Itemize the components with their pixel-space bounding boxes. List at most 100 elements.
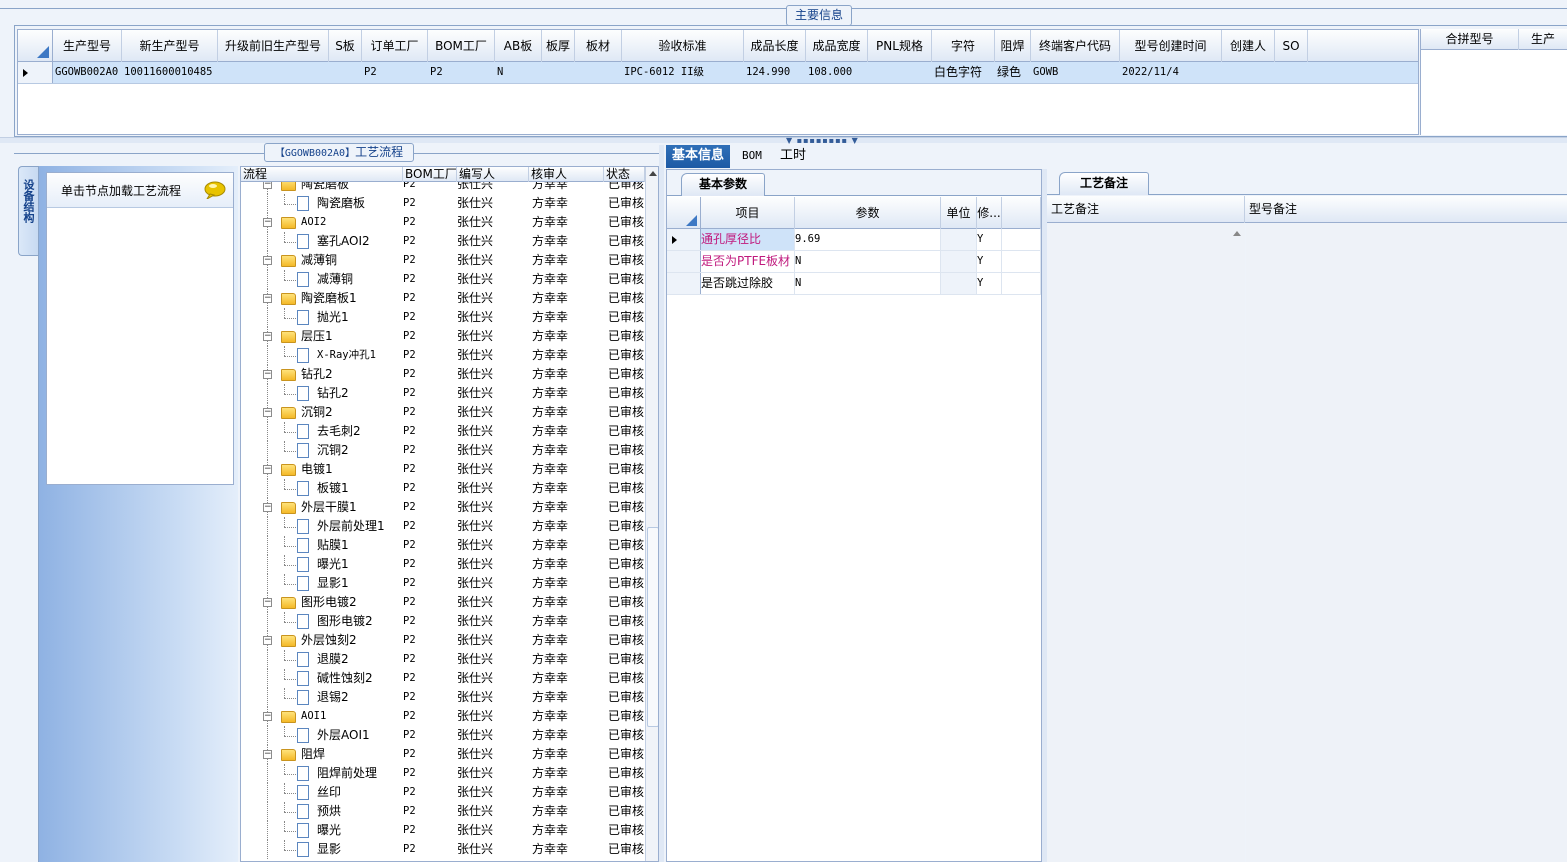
param-unit-cell[interactable] [941, 229, 977, 250]
col-header-16[interactable]: 型号创建时间 [1120, 30, 1222, 62]
col-header-bom-factory[interactable]: BOM工厂 [403, 167, 457, 182]
tab-man-hours[interactable]: 工时 [774, 145, 812, 168]
main-info-grid[interactable]: 生产型号 新生产型号 升级前旧生产型号 S板 订单工厂 BOM工厂 AB板 板厚 板材 验收标准成… [17, 29, 1419, 135]
tree-row[interactable]: − 钻孔2 P2 张仕兴 方幸幸 已审核 [241, 365, 645, 384]
tab-basic-info[interactable]: 基本信息 [666, 145, 731, 168]
col-header-12[interactable]: PNL规格 [868, 30, 932, 62]
tree-row[interactable]: 阻焊前处理 P2 张仕兴 方幸幸 已审核 [241, 764, 645, 783]
col-header-flow[interactable]: 流程 [241, 167, 403, 182]
param-unit-cell[interactable] [941, 251, 977, 272]
param-item-cell[interactable]: 通孔厚径比 [701, 229, 795, 250]
col-header-modify[interactable]: 修... [977, 197, 1002, 229]
table-row[interactable]: GGOWB002A0 10011600010485 P2 P2 N IPC-6012 II… [18, 62, 1418, 84]
collapse-icon[interactable]: − [263, 750, 272, 759]
tree-node-label[interactable]: 外层蚀刻2 [301, 631, 357, 650]
model-note-textarea[interactable] [1246, 223, 1567, 862]
table-cell[interactable] [329, 62, 362, 83]
param-blank-cell[interactable] [1002, 229, 1041, 250]
tree-node-label[interactable]: 显影 [317, 840, 341, 859]
tree-row[interactable]: 外层前处理1 P2 张仕兴 方幸幸 已审核 [241, 517, 645, 536]
tree-row[interactable]: 抛光1 P2 张仕兴 方幸幸 已审核 [241, 308, 645, 327]
tree-row[interactable]: − 陶瓷磨板 P2 张仕兴 方幸幸 已审核 [241, 182, 645, 194]
collapse-icon[interactable]: − [263, 503, 272, 512]
vertical-splitter-left[interactable] [659, 145, 664, 862]
note-scrollbar[interactable] [1229, 223, 1245, 862]
tree-node-label[interactable]: 陶瓷磨板 [317, 194, 365, 213]
table-cell[interactable]: GGOWB002A0 [53, 62, 122, 83]
tree-row[interactable]: 丝印 P2 张仕兴 方幸幸 已审核 [241, 783, 645, 802]
tree-node-label[interactable]: 沉铜2 [301, 403, 333, 422]
collapse-icon[interactable]: − [263, 598, 272, 607]
tree-node-label[interactable]: 贴膜1 [317, 536, 349, 555]
tree-node-label[interactable]: 曝光 [317, 821, 341, 840]
col-header-param[interactable]: 参数 [795, 197, 941, 229]
nav-card-header[interactable]: 单击节点加载工艺流程 [47, 173, 233, 208]
tree-node-label[interactable]: 钻孔2 [317, 384, 349, 403]
tree-node-label[interactable]: 退膜2 [317, 650, 349, 669]
side-tab-equipment-structure[interactable]: 设备结构 [18, 166, 40, 256]
tree-node-label[interactable]: 电镀1 [301, 460, 333, 479]
tree-node-label[interactable]: 丝印 [317, 783, 341, 802]
tree-node-label[interactable]: 去毛刺2 [317, 422, 361, 441]
tree-row[interactable]: 钻孔2 P2 张仕兴 方幸幸 已审核 [241, 384, 645, 403]
tree-node-label[interactable]: 外层AOI1 [317, 726, 370, 745]
tree-node-label[interactable]: 抛光1 [317, 308, 349, 327]
table-cell[interactable] [218, 62, 329, 83]
tree-scrollbar[interactable] [645, 167, 658, 861]
collapse-icon[interactable]: − [263, 370, 272, 379]
tree-row[interactable]: 板镀1 P2 张仕兴 方幸幸 已审核 [241, 479, 645, 498]
process-note-textarea[interactable] [1047, 223, 1245, 862]
tree-node-label[interactable]: 外层前处理1 [317, 517, 385, 536]
tree-node-label[interactable]: 层压1 [301, 327, 333, 346]
combine-model-grid[interactable]: 合拼型号 生产 [1420, 29, 1567, 135]
col-header-item[interactable]: 项目 [701, 197, 795, 229]
process-tree-grid[interactable]: 流程 BOM工厂 编写人 核审人 状态 − 陶瓷磨板 P2 张仕兴 方幸幸 已审核 陶瓷磨板… [240, 166, 659, 862]
tree-row[interactable]: 退锡2 P2 张仕兴 方幸幸 已审核 [241, 688, 645, 707]
params-grid[interactable]: 项目 参数 单位 修... 通孔厚径比 9.69 Y 是否为PTFE板材 N Y 是否跳过除… [667, 197, 1041, 297]
row-indicator-icon[interactable] [667, 229, 701, 250]
col-header-writer[interactable]: 编写人 [457, 167, 529, 182]
table-cell[interactable] [575, 62, 622, 83]
nav-card[interactable]: 单击节点加载工艺流程 [46, 172, 234, 485]
col-header-5[interactable]: BOM工厂 [428, 30, 495, 62]
tree-row[interactable]: − AOI1 P2 张仕兴 方幸幸 已审核 [241, 707, 645, 726]
tree-row[interactable]: X-Ray冲孔1 P2 张仕兴 方幸幸 已审核 [241, 346, 645, 365]
tree-row[interactable]: − 减薄铜 P2 张仕兴 方幸幸 已审核 [241, 251, 645, 270]
table-cell[interactable]: P2 [428, 62, 495, 83]
tree-node-label[interactable]: 阻焊前处理 [317, 764, 377, 783]
tree-row[interactable]: − 阻焊 P2 张仕兴 方幸幸 已审核 [241, 745, 645, 764]
col-header-3[interactable]: S板 [329, 30, 362, 62]
col-header-7[interactable]: 板厚 [542, 30, 575, 62]
tree-row[interactable]: 预烘 P2 张仕兴 方幸幸 已审核 [241, 802, 645, 821]
tree-node-label[interactable]: 外层干膜1 [301, 498, 357, 517]
tree-row[interactable]: − 图形电镀2 P2 张仕兴 方幸幸 已审核 [241, 593, 645, 612]
tree-row[interactable]: 贴膜1 P2 张仕兴 方幸幸 已审核 [241, 536, 645, 555]
tree-row[interactable]: 去毛刺2 P2 张仕兴 方幸幸 已审核 [241, 422, 645, 441]
param-row[interactable]: 是否跳过除胶 N Y [667, 273, 1041, 295]
row-indicator[interactable] [667, 273, 701, 294]
param-blank-cell[interactable] [1002, 273, 1041, 294]
table-cell[interactable]: N [495, 62, 542, 83]
param-item-cell[interactable]: 是否跳过除胶 [701, 273, 795, 294]
tab-basic-params[interactable]: 基本参数 [681, 173, 765, 196]
param-value-cell[interactable]: N [795, 251, 941, 272]
collapse-icon[interactable]: − [263, 636, 272, 645]
col-header-unit[interactable]: 单位 [941, 197, 977, 229]
col-header-15[interactable]: 终端客户代码 [1031, 30, 1120, 62]
tree-node-label[interactable]: 沉铜2 [317, 441, 349, 460]
table-cell[interactable]: P2 [362, 62, 428, 83]
tree-row[interactable]: 沉铜2 P2 张仕兴 方幸幸 已审核 [241, 441, 645, 460]
tree-node-label[interactable]: AOI1 [301, 707, 326, 726]
table-cell[interactable]: GOWB [1031, 62, 1120, 83]
param-modify-cell[interactable]: Y [977, 251, 1002, 272]
tree-node-label[interactable]: 陶瓷磨板 [301, 182, 349, 194]
tree-row[interactable]: 显影1 P2 张仕兴 方幸幸 已审核 [241, 574, 645, 593]
col-header-state[interactable]: 状态 [604, 167, 645, 182]
col-header-combine-1[interactable]: 生产 [1519, 29, 1567, 50]
table-cell[interactable]: 2022/11/4 [1120, 62, 1222, 83]
table-cell[interactable]: IPC-6012 II级 [622, 62, 744, 83]
table-cell[interactable] [542, 62, 575, 83]
param-item-cell[interactable]: 是否为PTFE板材 [701, 251, 795, 272]
col-header-11[interactable]: 成品宽度 [806, 30, 868, 62]
tab-process-notes[interactable]: 工艺备注 [1059, 172, 1149, 195]
